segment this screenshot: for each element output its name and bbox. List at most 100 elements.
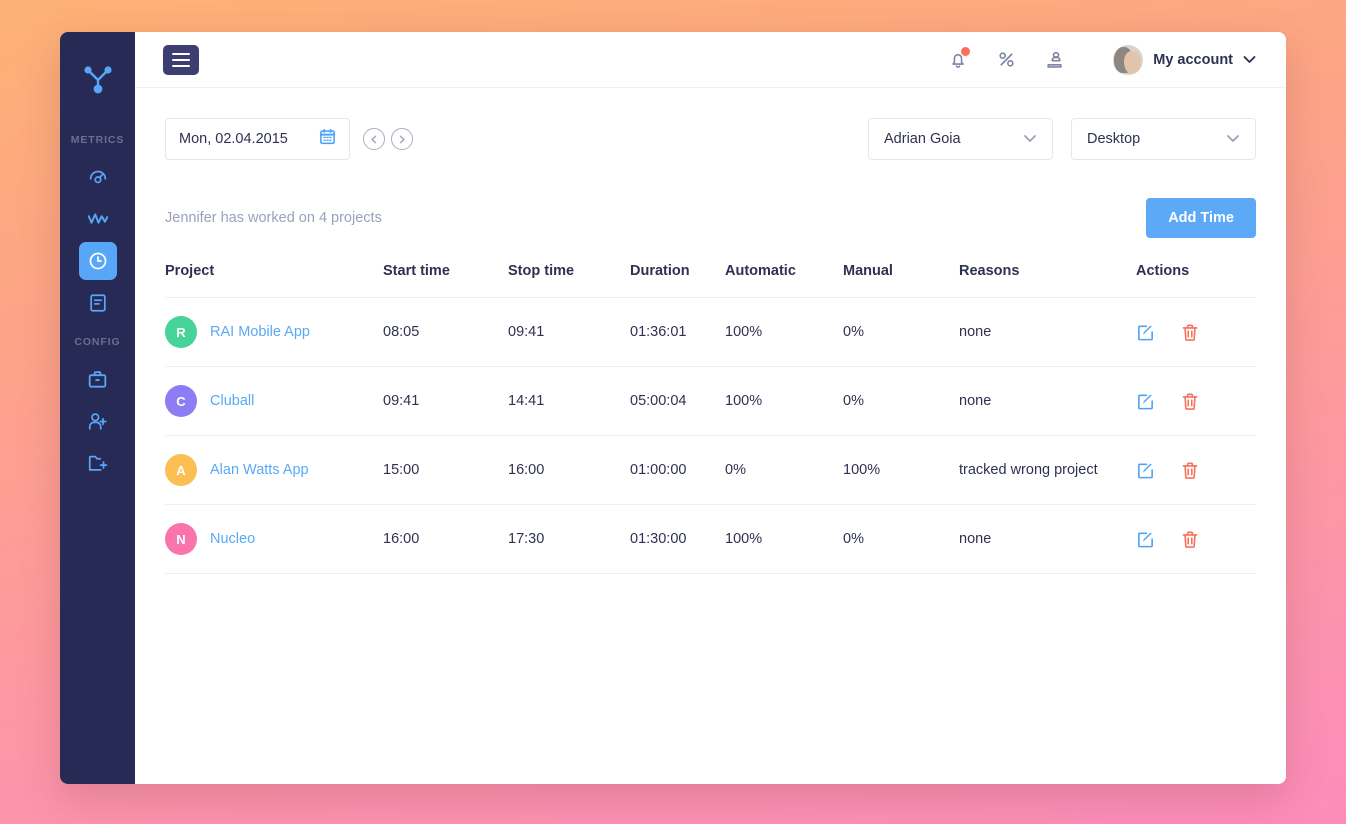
summary-text: Jennifer has worked on 4 projects: [165, 210, 382, 226]
date-nav-buttons: [363, 128, 413, 150]
cell-actions: [1136, 297, 1256, 367]
account-menu[interactable]: My account: [1113, 44, 1256, 75]
cell-project: A Alan Watts App: [165, 435, 383, 505]
edit-pencil-icon[interactable]: [1136, 323, 1155, 342]
avatar-face: [1124, 50, 1142, 74]
column-header-project: Project: [165, 263, 215, 279]
sidebar-item-activity[interactable]: [79, 200, 117, 238]
column-header-manual: Manual: [843, 263, 893, 279]
edit-pencil-icon[interactable]: [1136, 461, 1155, 480]
trash-icon[interactable]: [1181, 461, 1199, 480]
cell-manual: 100%: [843, 435, 959, 505]
sidebar-item-add-user[interactable]: [79, 402, 117, 440]
project-avatar: N: [165, 523, 197, 555]
trash-icon[interactable]: [1181, 530, 1199, 549]
sidebar-item-reports[interactable]: [79, 284, 117, 322]
cell-actions: [1136, 435, 1256, 505]
document-icon: [88, 293, 108, 313]
project-name-link[interactable]: Alan Watts App: [210, 462, 309, 478]
sidebar-item-time-tracking[interactable]: [78, 242, 117, 280]
network-nodes-icon[interactable]: [78, 58, 118, 102]
gauge-icon: [87, 166, 109, 188]
edit-pencil-icon[interactable]: [1136, 530, 1155, 549]
cell-project: R RAI Mobile App: [165, 297, 383, 367]
percent-icon[interactable]: [993, 47, 1019, 73]
sidebar-item-projects[interactable]: [79, 360, 117, 398]
cell-actions: [1136, 504, 1256, 574]
actions-cell: [1136, 461, 1256, 480]
project-name-link[interactable]: Nucleo: [210, 531, 255, 547]
cell-stop-time: 14:41: [508, 366, 630, 436]
actions-cell: [1136, 392, 1256, 411]
project-cell: C Cluball: [165, 385, 383, 417]
actions-cell: [1136, 530, 1256, 549]
device-select[interactable]: Desktop: [1071, 118, 1256, 160]
add-time-button[interactable]: Add Time: [1146, 198, 1256, 238]
cell-stop-time: 09:41: [508, 297, 630, 367]
cell-reason: none: [959, 297, 1136, 367]
summary-row: Jennifer has worked on 4 projects Add Ti…: [165, 198, 1256, 238]
chevron-left-circle-icon[interactable]: [363, 128, 385, 150]
actions-cell: [1136, 323, 1256, 342]
hamburger-icon[interactable]: [163, 44, 199, 75]
chevron-right-circle-icon[interactable]: [391, 128, 413, 150]
cell-duration: 01:30:00: [630, 504, 725, 574]
cell-manual: 0%: [843, 504, 959, 574]
column-header-start-time: Start time: [383, 263, 450, 279]
main-area: My account Mon, 02.04.2015 Adrian Goia D…: [135, 32, 1286, 784]
topbar: My account: [135, 32, 1286, 88]
sidebar-section-metrics-label: METRICS: [70, 134, 125, 146]
column-header-stop-time: Stop time: [508, 263, 575, 279]
person-select[interactable]: Adrian Goia: [868, 118, 1053, 160]
project-cell: N Nucleo: [165, 523, 383, 555]
cell-project: N Nucleo: [165, 504, 383, 574]
chevron-down-icon: [1023, 130, 1037, 148]
table-row[interactable]: R RAI Mobile App 08:05 09:41 01:36:01 10…: [165, 297, 1256, 367]
sidebar-item-add-project[interactable]: [79, 444, 117, 482]
table-row[interactable]: N Nucleo 16:00 17:30 01:30:00 100% 0% no…: [165, 504, 1256, 574]
cell-manual: 0%: [843, 366, 959, 436]
cell-automatic: 100%: [725, 504, 843, 574]
folder-plus-icon: [87, 453, 109, 473]
column-header-automatic: Automatic: [725, 263, 796, 279]
table-head: Project Start time Stop time Duration Au…: [165, 263, 1256, 298]
trash-icon[interactable]: [1181, 392, 1199, 411]
notifications-icon[interactable]: [945, 46, 971, 73]
edit-pencil-icon[interactable]: [1136, 392, 1155, 411]
date-picker[interactable]: Mon, 02.04.2015: [165, 118, 350, 160]
project-cell: A Alan Watts App: [165, 454, 383, 486]
cell-actions: [1136, 366, 1256, 436]
calendar-icon[interactable]: [319, 128, 336, 150]
project-name-link[interactable]: RAI Mobile App: [210, 324, 310, 340]
cell-automatic: 100%: [725, 366, 843, 436]
trash-icon[interactable]: [1181, 323, 1199, 342]
cell-stop-time: 17:30: [508, 504, 630, 574]
briefcase-icon: [87, 369, 108, 390]
project-avatar: C: [165, 385, 197, 417]
cell-manual: 0%: [843, 297, 959, 367]
cell-start-time: 15:00: [383, 435, 508, 505]
notification-badge: [961, 46, 971, 56]
project-name-link[interactable]: Cluball: [210, 393, 254, 409]
pulse-wave-icon: [86, 208, 110, 230]
column-header-actions: Actions: [1136, 263, 1190, 279]
table-body: R RAI Mobile App 08:05 09:41 01:36:01 10…: [165, 297, 1256, 574]
cell-start-time: 09:41: [383, 366, 508, 436]
chevron-down-icon: [1226, 130, 1240, 148]
table-row[interactable]: A Alan Watts App 15:00 16:00 01:00:00 0%…: [165, 435, 1256, 505]
column-header-reasons: Reasons: [959, 263, 1020, 279]
column-header-duration: Duration: [630, 263, 690, 279]
sidebar-item-dashboard[interactable]: [79, 158, 117, 196]
cell-stop-time: 16:00: [508, 435, 630, 505]
user-plus-icon: [87, 411, 109, 432]
time-entries-table: Project Start time Stop time Duration Au…: [165, 263, 1256, 574]
table-row[interactable]: C Cluball 09:41 14:41 05:00:04 100% 0% n…: [165, 366, 1256, 436]
cell-project: C Cluball: [165, 366, 383, 436]
cell-reason: tracked wrong project: [959, 435, 1136, 505]
sidebar: METRICS CONFIG: [60, 32, 135, 784]
project-cell: R RAI Mobile App: [165, 316, 383, 348]
date-value: Mon, 02.04.2015: [179, 131, 288, 147]
hamburger-bar: [172, 52, 190, 55]
hamburger-bar: [172, 58, 190, 61]
team-icon[interactable]: [1041, 47, 1067, 73]
